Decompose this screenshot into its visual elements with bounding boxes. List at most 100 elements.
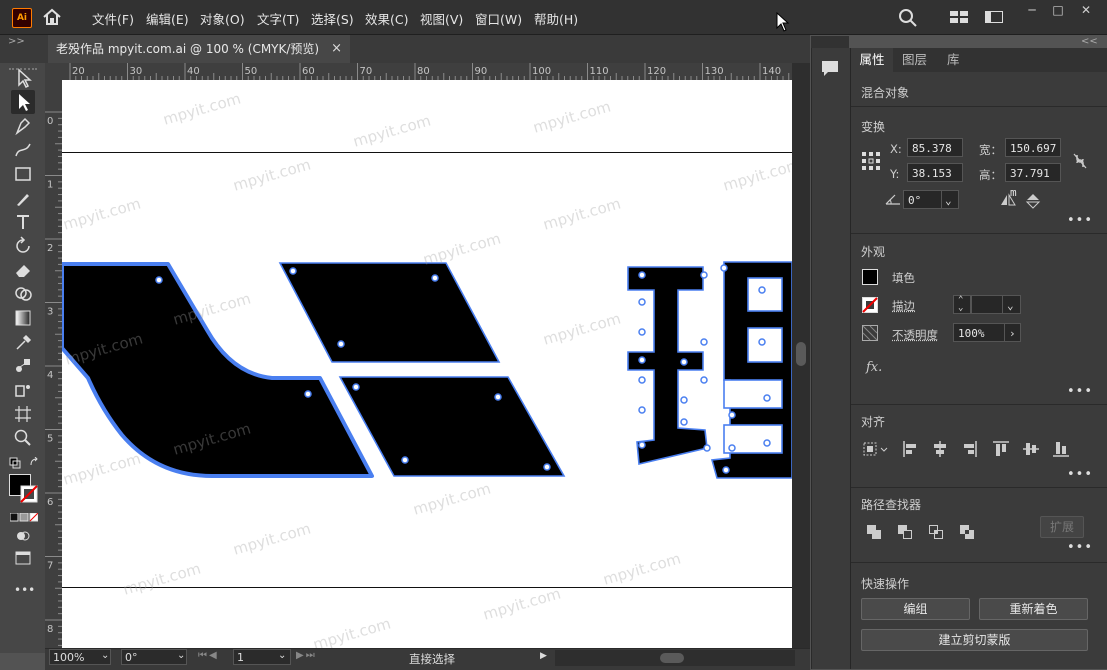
eraser-tool-icon[interactable] — [11, 258, 35, 282]
anchor-point[interactable] — [638, 298, 646, 306]
shape-glyph-left[interactable] — [627, 266, 708, 465]
edit-toolbar-icon[interactable]: ••• — [14, 583, 35, 597]
symbol-sprayer-tool-icon[interactable] — [11, 378, 35, 402]
anchor-point[interactable] — [703, 444, 711, 452]
swap-colors-icon[interactable] — [29, 456, 41, 469]
anchor-point[interactable] — [543, 463, 551, 471]
stroke-label[interactable]: 描边 — [892, 298, 915, 314]
align-left-icon[interactable] — [902, 440, 918, 458]
close-tab-button[interactable]: × — [331, 35, 342, 63]
rectangle-tool-icon[interactable] — [11, 162, 35, 186]
status-menu-arrow-icon[interactable]: ▶ — [540, 651, 547, 661]
anchor-point[interactable] — [680, 396, 688, 404]
y-position-field[interactable]: 38.153 m — [907, 163, 963, 199]
pathfinder-intersect-icon[interactable] — [927, 523, 945, 541]
ruler-origin[interactable] — [45, 63, 62, 80]
panel-collapse-icon[interactable]: << — [1081, 36, 1098, 47]
anchor-point[interactable] — [758, 338, 766, 346]
opacity-label[interactable]: 不透明度 — [892, 327, 938, 343]
type-tool-icon[interactable] — [11, 210, 35, 234]
height-field[interactable]: 37.791 m — [1005, 163, 1061, 199]
horizontal-scroll-thumb[interactable] — [660, 653, 684, 663]
anchor-point[interactable] — [401, 456, 409, 464]
anchor-point[interactable] — [728, 411, 736, 419]
align-top-icon[interactable] — [992, 440, 1010, 458]
anchor-point[interactable] — [700, 271, 708, 279]
pathfinder-expand-button[interactable]: 扩展 — [1040, 516, 1084, 538]
curvature-tool-icon[interactable] — [11, 138, 35, 162]
transform-more-options-icon[interactable]: ••• — [1067, 213, 1093, 228]
document-tab[interactable]: 老殁作品 mpyit.com.ai @ 100 % (CMYK/预览) × — [48, 35, 350, 63]
anchor-point[interactable] — [289, 267, 297, 275]
vertical-scroll-thumb[interactable] — [796, 342, 806, 366]
anchor-point[interactable] — [431, 274, 439, 282]
artboard-tool-icon[interactable] — [11, 402, 35, 426]
anchor-point[interactable] — [638, 406, 646, 414]
direct-selection-tool-icon[interactable] — [11, 90, 35, 114]
default-colors-icon[interactable] — [9, 457, 21, 469]
width-field[interactable]: 150.697 — [1005, 138, 1061, 157]
stroke-color-swatch[interactable] — [20, 485, 38, 503]
stroke-weight-field[interactable] — [971, 295, 1003, 314]
color-mode-icon[interactable] — [9, 511, 39, 522]
stroke-weight-dropdown-chevron-icon[interactable]: ⌄ — [1002, 295, 1021, 314]
anchor-point[interactable] — [352, 383, 360, 391]
anchor-point[interactable] — [155, 276, 163, 284]
anchor-point[interactable] — [638, 271, 646, 279]
x-position-field[interactable]: 85.378 m — [907, 138, 963, 174]
stroke-swatch[interactable] — [862, 297, 878, 313]
align-to-selection-icon[interactable] — [862, 440, 890, 458]
align-vertical-center-icon[interactable] — [1022, 440, 1040, 458]
zoom-tool-icon[interactable] — [11, 426, 35, 450]
artwork-svg[interactable] — [62, 80, 792, 648]
flip-vertical-icon[interactable] — [1025, 193, 1041, 209]
shape-builder-tool-icon[interactable] — [11, 282, 35, 306]
align-more-options-icon[interactable]: ••• — [1067, 467, 1093, 482]
shape-parallelogram-top[interactable] — [278, 262, 501, 363]
rotate-angle-field[interactable]: 0° — [903, 190, 943, 209]
selection-tool-icon[interactable] — [11, 66, 35, 90]
search-icon[interactable] — [897, 8, 919, 28]
menu-view[interactable]: 视图(V) — [420, 9, 463, 28]
vertical-ruler[interactable]: 0 1 2 3 4 5 6 7 8 — [45, 80, 63, 648]
recolor-button[interactable]: 重新着色 — [979, 598, 1088, 620]
constrain-proportions-icon[interactable] — [1072, 152, 1088, 170]
rotate-tool-icon[interactable] — [11, 234, 35, 258]
glyph-window-2[interactable] — [747, 327, 783, 363]
anchor-point[interactable] — [763, 439, 771, 447]
anchor-point[interactable] — [337, 340, 345, 348]
menu-file[interactable]: 文件(F) — [92, 9, 134, 28]
reference-point-icon[interactable] — [861, 151, 881, 171]
anchor-point[interactable] — [638, 441, 646, 449]
flip-horizontal-icon[interactable] — [1000, 193, 1016, 207]
menu-window[interactable]: 窗口(W) — [475, 9, 522, 28]
pathfinder-exclude-icon[interactable] — [958, 523, 976, 541]
glyph-window-1[interactable] — [747, 277, 783, 312]
pathfinder-minus-front-icon[interactable] — [896, 523, 914, 541]
make-clipping-mask-button[interactable]: 建立剪切蒙版 — [861, 629, 1088, 651]
fill-swatch[interactable] — [862, 269, 878, 285]
pathfinder-more-options-icon[interactable]: ••• — [1067, 540, 1093, 555]
paintbrush-tool-icon[interactable] — [11, 186, 35, 210]
menu-edit[interactable]: 编辑(E) — [146, 9, 189, 28]
opacity-expand-chevron-icon[interactable]: › — [1004, 323, 1021, 342]
anchor-point[interactable] — [680, 418, 688, 426]
anchor-point[interactable] — [728, 444, 736, 452]
pathfinder-unite-icon[interactable] — [865, 523, 883, 541]
effects-fx-button[interactable]: fx. — [866, 360, 882, 375]
close-window-button[interactable]: ✕ — [1068, 0, 1104, 20]
pen-tool-icon[interactable] — [11, 114, 35, 138]
tab-layers[interactable]: 图层 — [902, 48, 927, 72]
gradient-tool-icon[interactable] — [11, 306, 35, 330]
horizontal-ruler[interactable]: 20 30 40 50 60 70 80 90 100 110 120 130 140 — [62, 63, 792, 81]
menu-select[interactable]: 选择(S) — [311, 9, 354, 28]
shape-parallelogram-bottom[interactable] — [338, 376, 566, 477]
tab-properties[interactable]: 属性 — [851, 48, 893, 72]
comments-icon[interactable] — [819, 58, 841, 78]
blend-tool-icon[interactable] — [11, 354, 35, 378]
anchor-point[interactable] — [638, 328, 646, 336]
workspace-switcher-icon[interactable] — [984, 9, 1004, 25]
anchor-point[interactable] — [638, 376, 646, 384]
anchor-point[interactable] — [700, 376, 708, 384]
anchor-point[interactable] — [700, 338, 708, 346]
